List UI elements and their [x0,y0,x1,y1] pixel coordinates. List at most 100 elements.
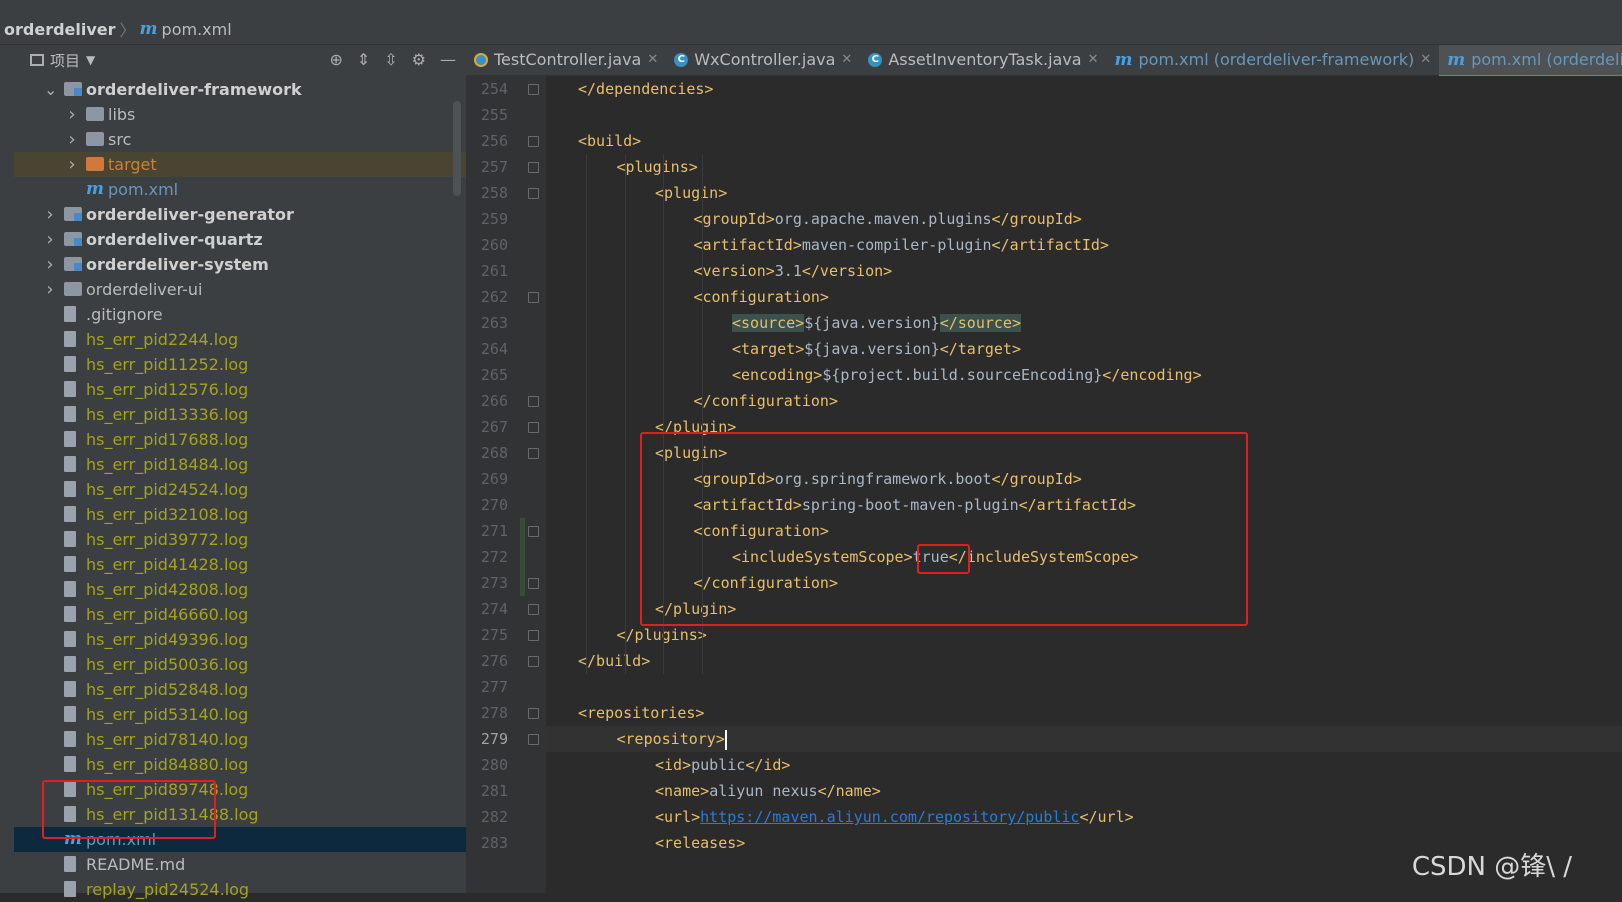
locate-icon[interactable]: ⊕ [329,50,342,69]
tree-item[interactable]: hs_err_pid17688.log [14,427,466,452]
tree-item[interactable]: › orderdeliver-quartz [14,227,466,252]
code-line[interactable]: </dependencies> [546,76,1622,102]
code-line[interactable]: <plugins> [546,154,1622,180]
tree-item[interactable]: hs_err_pid2244.log [14,327,466,352]
fold-icon[interactable] [528,526,539,537]
tree-item[interactable]: hs_err_pid12576.log [14,377,466,402]
fold-icon[interactable] [528,162,539,173]
chevron-right-icon[interactable]: › [44,202,56,227]
code-text: aliyun nexus [709,782,818,800]
tree-item[interactable]: hs_err_pid32108.log [14,502,466,527]
tree-item[interactable]: hs_err_pid46660.log [14,602,466,627]
editor-tab[interactable]: mpom.xml (orderdeliver)✕ [1439,45,1622,78]
tree-item[interactable]: replay_pid24524.log [14,877,466,902]
code-line[interactable]: </configuration> [546,388,1622,414]
gear-icon[interactable]: ⚙ [412,50,426,69]
panel-title[interactable]: 项目 [50,50,80,71]
code-editor[interactable]: 254 255 256 257 258 259 260 261 262 263 264 265 266 2… [466,76,1622,893]
fold-icon[interactable] [528,578,539,589]
code-line[interactable]: </build> [546,648,1622,674]
chevron-right-icon[interactable]: › [66,102,78,127]
tree-item[interactable]: hs_err_pid13336.log [14,402,466,427]
code-line[interactable]: <version>3.1</version> [546,258,1622,284]
fold-icon[interactable] [528,136,539,147]
editor-tab[interactable]: C WxController.java ✕ [666,45,860,75]
code-line[interactable] [546,102,1622,128]
tree-item[interactable]: m pom.xml [14,177,466,202]
code-line[interactable]: <repositories> [546,700,1622,726]
minimize-icon[interactable]: — [440,50,456,69]
expand-all-icon[interactable]: ⇕ [357,50,370,69]
tree-item[interactable]: › orderdeliver-generator [14,202,466,227]
fold-icon[interactable] [528,188,539,199]
fold-icon[interactable] [528,708,539,719]
breadcrumb-file[interactable]: pom.xml [162,20,232,39]
tree-item[interactable]: hs_err_pid53140.log [14,702,466,727]
fold-icon[interactable] [528,604,539,615]
code-line[interactable]: <configuration> [546,284,1622,310]
fold-icon[interactable] [528,656,539,667]
tree-item[interactable]: hs_err_pid52848.log [14,677,466,702]
code-line[interactable]: <plugin> [546,180,1622,206]
code-line[interactable] [546,674,1622,700]
code-tag: <repositories> [578,704,705,722]
tree-item[interactable]: › src [14,127,466,152]
tree-scrollbar[interactable] [453,101,461,196]
tree-item[interactable]: › target [14,152,466,177]
close-icon[interactable]: ✕ [1420,45,1431,75]
editor-tab[interactable]: TestController.java ✕ [466,45,666,75]
code-line[interactable]: <source>${java.version}</source> [546,310,1622,336]
tree-item[interactable]: hs_err_pid78140.log [14,727,466,752]
fold-icon[interactable] [528,734,539,745]
close-icon[interactable]: ✕ [647,45,658,75]
code-line[interactable]: <target>${java.version}</target> [546,336,1622,362]
tree-item[interactable]: hs_err_pid49396.log [14,627,466,652]
tree-item[interactable]: .gitignore [14,302,466,327]
code-tag: <version> [693,262,775,280]
line-number: 279 [480,730,508,748]
code-line[interactable]: <name>aliyun nexus</name> [546,778,1622,804]
tree-item[interactable]: › orderdeliver-system [14,252,466,277]
tree-item[interactable]: › orderdeliver-ui [14,277,466,302]
chevron-right-icon[interactable]: › [44,227,56,252]
tree-item[interactable]: hs_err_pid42808.log [14,577,466,602]
tree-item[interactable]: README.md [14,852,466,877]
chevron-right-icon[interactable]: › [44,252,56,277]
chevron-right-icon[interactable]: › [66,127,78,152]
collapse-all-icon[interactable]: ⇳ [384,50,397,69]
code-line[interactable]: <id>public</id> [546,752,1622,778]
code-line[interactable]: <groupId>org.apache.maven.plugins</group… [546,206,1622,232]
tree-item[interactable]: hs_err_pid84880.log [14,752,466,777]
code-line[interactable]: <artifactId>maven-compiler-plugin</artif… [546,232,1622,258]
fold-icon[interactable] [528,630,539,641]
chevron-right-icon[interactable]: › [66,152,78,177]
tree-item[interactable]: ⌄ orderdeliver-framework [14,77,466,102]
tree-item[interactable]: hs_err_pid18484.log [14,452,466,477]
tree-item[interactable]: hs_err_pid50036.log [14,652,466,677]
code-line[interactable]: <repository> [546,726,1622,752]
fold-icon[interactable] [528,292,539,303]
code-line[interactable]: <build> [546,128,1622,154]
tree-item[interactable]: hs_err_pid24524.log [14,477,466,502]
line-number: 272 [480,548,508,566]
tree-item[interactable]: › libs [14,102,466,127]
close-icon[interactable]: ✕ [1088,45,1099,75]
fold-icon[interactable] [528,396,539,407]
fold-icon[interactable] [528,448,539,459]
editor-tab[interactable]: m pom.xml (orderdeliver-framework) ✕ [1107,45,1440,75]
breadcrumb-project[interactable]: orderdeliver [4,20,116,39]
line-number: 281 [480,782,508,800]
code-line[interactable]: <encoding>${project.build.sourceEncoding… [546,362,1622,388]
tree-item[interactable]: hs_err_pid39772.log [14,527,466,552]
tree-item[interactable]: hs_err_pid41428.log [14,552,466,577]
fold-icon[interactable] [528,84,539,95]
editor-tab[interactable]: C AssetInventoryTask.java ✕ [860,45,1106,75]
close-icon[interactable]: ✕ [841,45,852,75]
chevron-down-icon[interactable]: ⌄ [44,77,57,102]
code-line[interactable]: <url>https://maven.aliyun.com/repository… [546,804,1622,830]
chevron-right-icon[interactable]: › [44,277,56,302]
text-caret [724,729,727,750]
fold-icon[interactable] [528,422,539,433]
chevron-down-icon[interactable]: ▼ [86,53,95,67]
tree-item[interactable]: hs_err_pid11252.log [14,352,466,377]
